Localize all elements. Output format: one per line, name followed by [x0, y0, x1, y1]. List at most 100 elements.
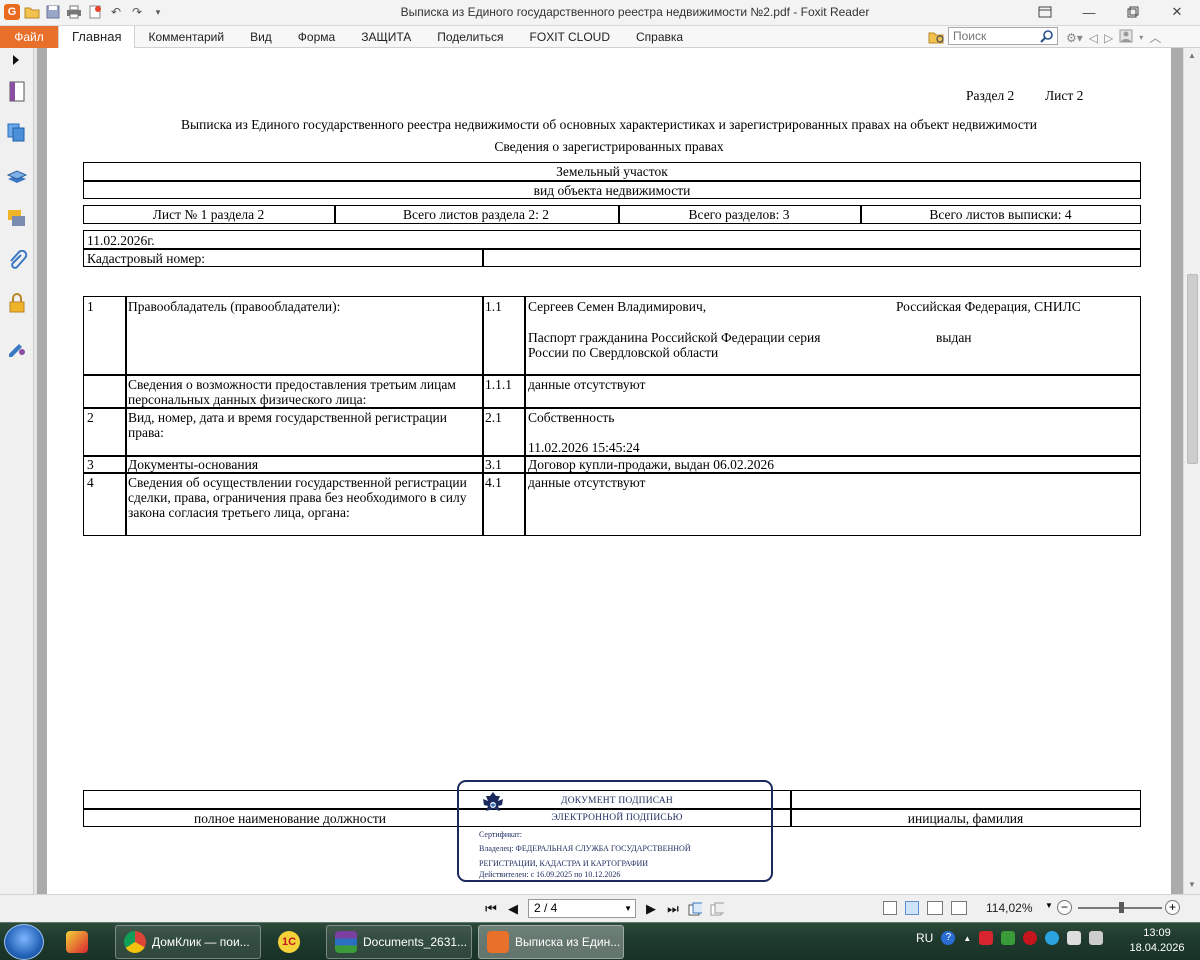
owner-passport-issued: выдан [936, 330, 972, 345]
tab-home[interactable]: Главная [58, 25, 136, 49]
continuous-facing-view-icon[interactable] [951, 901, 967, 915]
layers-icon[interactable] [6, 166, 28, 188]
winrar-icon [335, 931, 357, 953]
comments-icon[interactable] [6, 208, 28, 230]
single-page-view-icon[interactable] [883, 901, 897, 915]
right-type: Собственность [528, 410, 615, 425]
volume-icon[interactable] [1089, 931, 1104, 945]
signature-icon[interactable] [6, 336, 28, 358]
previous-view-icon[interactable] [688, 901, 702, 917]
table-line [83, 374, 1141, 376]
taskbar-winrar[interactable]: Documents_2631... [326, 925, 472, 959]
sections-total: Всего разделов: 3 [688, 207, 790, 222]
scrollbar-thumb[interactable] [1187, 274, 1198, 464]
facing-view-icon[interactable] [927, 901, 943, 915]
account-dropdown-icon[interactable]: ▾ [1139, 33, 1143, 42]
tab-help[interactable]: Справка [623, 26, 696, 48]
bookmark-icon[interactable] [6, 80, 28, 102]
page-number-field[interactable]: 2 / 4 ▼ [528, 899, 636, 918]
next-view-icon[interactable] [710, 901, 724, 917]
document-view[interactable]: Раздел 2 Лист 2 Выписка из Единого госуд… [37, 48, 1183, 894]
forward-arrow-icon[interactable]: ▷ [1104, 31, 1113, 45]
start-button[interactable] [4, 924, 44, 960]
table-line [482, 248, 484, 267]
cadastral-number-label: Кадастровый номер: [87, 251, 206, 266]
table-line [524, 296, 526, 536]
security-lock-icon[interactable] [6, 292, 28, 314]
row-2-code: 2.1 [485, 410, 502, 425]
page-dropdown-icon[interactable]: ▼ [624, 900, 632, 917]
tray-expand-icon[interactable]: ▲ [963, 934, 971, 943]
tab-foxit-cloud[interactable]: FOXIT CLOUD [517, 26, 623, 48]
row-3-number: 3 [87, 457, 94, 472]
close-button[interactable]: ✕ [1164, 2, 1190, 22]
expand-panel-icon[interactable] [6, 54, 28, 66]
row-4-label: Сведения об осуществлении государственно… [128, 475, 467, 520]
taskbar-pinned-app[interactable] [58, 925, 110, 959]
continuous-view-icon[interactable] [905, 901, 919, 915]
next-page-icon[interactable]: ▶ [644, 901, 658, 917]
scroll-up-icon[interactable]: ▲ [1188, 51, 1196, 60]
zoom-in-icon[interactable]: + [1165, 900, 1180, 915]
last-page-icon[interactable]: ⏭ [666, 901, 680, 917]
previous-page-icon[interactable]: ◀ [506, 901, 520, 917]
tab-form[interactable]: Форма [285, 26, 348, 48]
extract-sheets-total: Всего листов выписки: 4 [929, 207, 1072, 222]
file-menu-button[interactable]: Файл [0, 26, 58, 48]
minimize-button[interactable]: — [1076, 2, 1102, 22]
tab-protect[interactable]: ЗАЩИТА [348, 26, 424, 48]
clock-date: 18.04.2026 [1129, 942, 1185, 954]
collapse-ribbon-icon[interactable]: ︿ [1149, 29, 1161, 46]
registration-datetime: 11.02.2026 15:45:24 [528, 440, 640, 455]
clock-time: 13:09 [1143, 927, 1171, 939]
sheet-number: Лист № 1 раздела 2 [152, 207, 265, 222]
clock[interactable]: 13:09 18.04.2026 [1122, 926, 1192, 956]
zoom-slider-thumb[interactable] [1119, 902, 1124, 913]
nvidia-icon[interactable] [1001, 931, 1016, 945]
folder-search-icon[interactable] [928, 29, 944, 44]
row-1-number: 1 [87, 299, 94, 314]
window-title: Выписка из Единого государственного реес… [400, 5, 870, 19]
help-icon[interactable]: ? [941, 931, 956, 945]
maximize-button[interactable] [1120, 2, 1146, 22]
restore-ribbon-icon[interactable] [1032, 2, 1058, 22]
page-navigation: ⏮ ◀ 2 / 4 ▼ ▶ ⏭ [484, 899, 724, 918]
zoom-dropdown-icon[interactable]: ▼ [1045, 901, 1053, 910]
scroll-down-icon[interactable]: ▼ [1188, 880, 1196, 889]
tab-comment[interactable]: Комментарий [135, 26, 237, 48]
row-3-code: 3.1 [485, 457, 502, 472]
search-icon[interactable] [1040, 29, 1054, 46]
section-sheets-total: Всего листов раздела 2: 2 [402, 207, 550, 222]
owner-name: Сергеев Семен Владимирович, [528, 299, 707, 314]
search-input[interactable] [949, 28, 1037, 44]
attachments-icon[interactable] [6, 249, 28, 272]
telegram-icon[interactable] [1045, 931, 1060, 945]
tab-view[interactable]: Вид [237, 26, 285, 48]
settings-gear-icon[interactable]: ⚙▾ [1066, 31, 1083, 45]
document-title: Выписка из Единого государственного реес… [181, 117, 1037, 132]
shield-icon[interactable] [1023, 931, 1038, 945]
page-thumbnails-icon[interactable] [6, 122, 28, 144]
sheet-label: Лист 2 [1045, 88, 1084, 103]
language-indicator[interactable]: RU [916, 931, 933, 945]
zoom-out-icon[interactable]: − [1057, 900, 1072, 915]
owner-passport-authority: России по Свердловской области [528, 345, 719, 360]
zoom-level[interactable]: 114,02% [986, 901, 1032, 915]
antivirus-icon[interactable] [979, 931, 994, 945]
row-2-label: Вид, номер, дата и время государственной… [128, 410, 447, 440]
vertical-scrollbar[interactable]: ▲ ▼ [1183, 48, 1200, 894]
network-icon[interactable] [1067, 931, 1082, 945]
taskbar-1c[interactable]: 1C [270, 925, 320, 959]
row-4-number: 4 [87, 475, 94, 490]
basis-document: Договор купли-продажи, выдан 06.02.2026 [528, 457, 775, 472]
search-area [928, 27, 1058, 45]
taskbar-foxit[interactable]: Выписка из Един... [478, 925, 624, 959]
search-field[interactable] [948, 27, 1058, 45]
stamp-line-2: ЭЛЕКТРОННОЙ ПОДПИСЬЮ [551, 813, 683, 823]
tab-share[interactable]: Поделиться [424, 26, 516, 48]
taskbar-chrome[interactable]: ДомКлик — пои... [115, 925, 261, 959]
owner-passport: Паспорт гражданина Российской Федерации … [528, 330, 821, 345]
back-arrow-icon[interactable]: ◁ [1089, 31, 1098, 45]
first-page-icon[interactable]: ⏮ [484, 901, 498, 917]
account-icon[interactable] [1119, 29, 1133, 46]
